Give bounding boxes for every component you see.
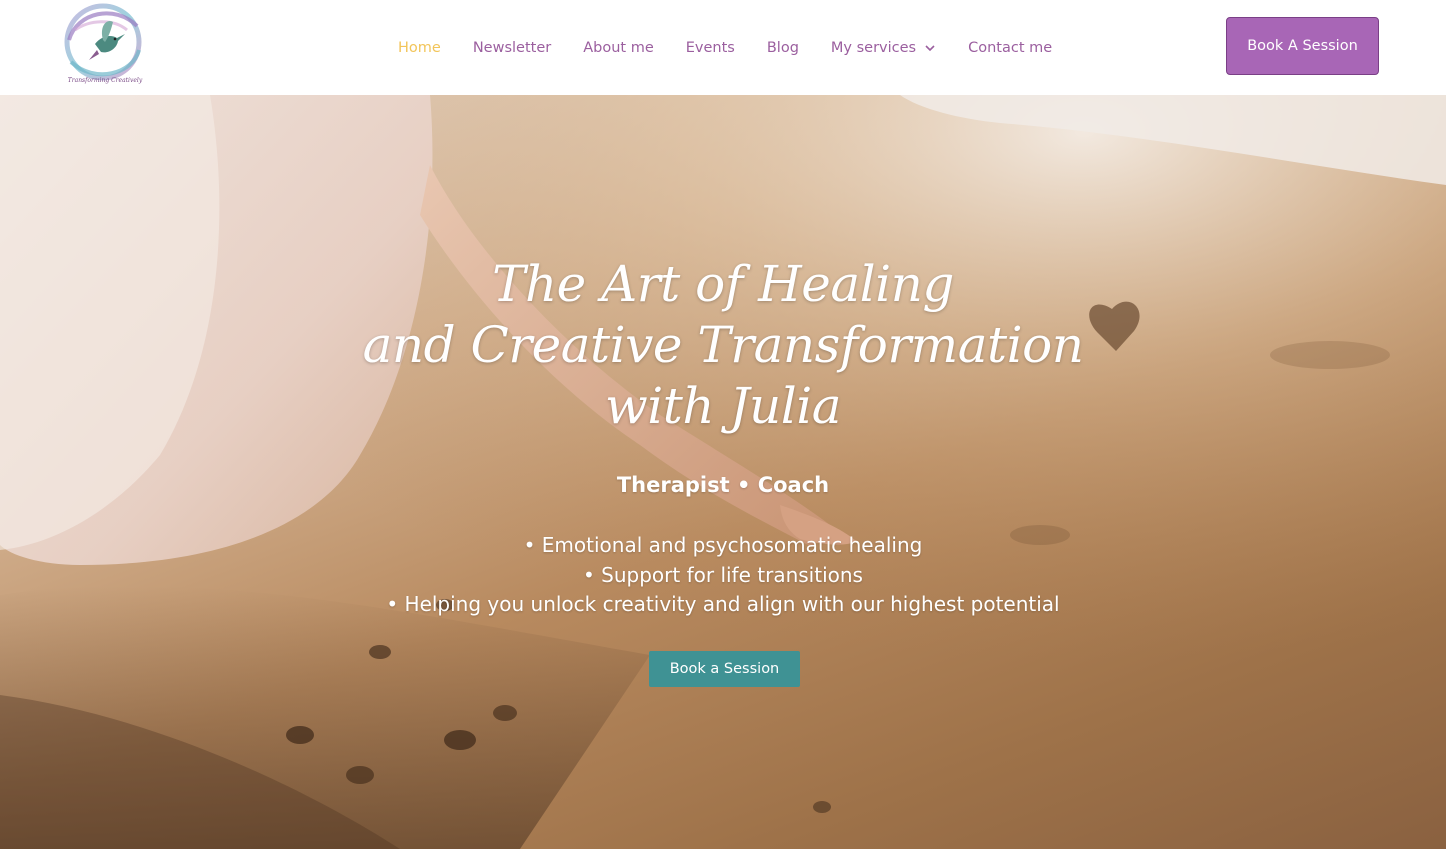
nav-about-me[interactable]: About me: [583, 40, 654, 56]
logo-text: Transforming Creatively: [68, 77, 143, 84]
main-nav: Home Newsletter About me Events Blog My …: [398, 0, 1084, 95]
hummingbird-logo-icon: Transforming Creatively: [64, 3, 143, 84]
hero-bullet-1: • Emotional and psychosomatic healing: [523, 533, 923, 557]
hero-bullet-2: • Support for life transitions: [583, 563, 863, 587]
hero-title-line-2: and Creative Transformation: [362, 316, 1084, 374]
nav-my-services[interactable]: My services: [831, 40, 936, 56]
hero-content: The Art of Healing and Creative Transfor…: [0, 95, 1446, 849]
book-session-header-button[interactable]: Book A Session: [1226, 17, 1379, 75]
book-session-hero-button[interactable]: Book a Session: [649, 651, 800, 687]
logo[interactable]: Transforming Creatively: [55, 0, 155, 92]
hero-subtitle: Therapist • Coach: [616, 473, 830, 497]
hero-section: The Art of Healing and Creative Transfor…: [0, 95, 1446, 849]
hero-bullet-3: • Helping you unlock creativity and alig…: [386, 592, 1060, 616]
chevron-down-icon: [925, 44, 935, 51]
site-header: Transforming Creatively Home Newsletter …: [0, 0, 1446, 95]
hero-title-line-3: with Julia: [604, 377, 842, 435]
nav-newsletter[interactable]: Newsletter: [473, 40, 551, 56]
nav-my-services-label: My services: [830, 39, 917, 56]
nav-events[interactable]: Events: [686, 40, 735, 56]
nav-home[interactable]: Home: [398, 40, 441, 56]
nav-blog[interactable]: Blog: [767, 40, 799, 56]
nav-contact-me[interactable]: Contact me: [968, 40, 1052, 56]
hero-title-line-1: The Art of Healing: [492, 255, 954, 313]
